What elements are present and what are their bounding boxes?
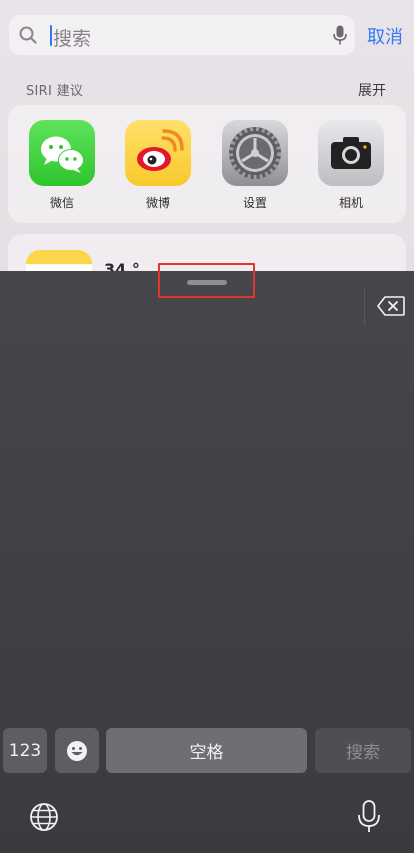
mic-icon[interactable] bbox=[333, 25, 347, 46]
siri-app-suggestions: 微信 微博 设置 相机 bbox=[8, 105, 406, 223]
text-caret bbox=[50, 25, 52, 46]
app-settings[interactable]: 设置 bbox=[220, 120, 290, 211]
app-label: 微信 bbox=[49, 196, 74, 210]
settings-icon bbox=[222, 120, 288, 186]
app-label: 相机 bbox=[338, 196, 363, 210]
wechat-icon bbox=[29, 120, 95, 186]
search-key[interactable]: 搜索 bbox=[315, 728, 411, 773]
search-input[interactable]: 搜索 bbox=[53, 24, 91, 51]
app-camera[interactable]: 相机 bbox=[316, 120, 386, 211]
dictation-mic-icon[interactable] bbox=[357, 800, 381, 834]
app-label: 设置 bbox=[242, 196, 267, 210]
cancel-button[interactable]: 取消 bbox=[367, 23, 403, 49]
space-key[interactable]: 空格 bbox=[106, 728, 307, 773]
siri-suggestions-heading: SIRI 建议 bbox=[26, 84, 84, 99]
weibo-icon bbox=[125, 120, 191, 186]
search-icon bbox=[19, 26, 37, 44]
globe-icon[interactable] bbox=[29, 802, 59, 832]
app-weibo[interactable]: 微博 bbox=[123, 120, 193, 211]
camera-icon bbox=[318, 120, 384, 186]
emoji-icon bbox=[67, 740, 87, 761]
delete-key[interactable] bbox=[364, 289, 414, 325]
app-wechat[interactable]: 微信 bbox=[27, 120, 97, 211]
app-label: 微博 bbox=[145, 196, 170, 210]
numbers-key[interactable]: 123 bbox=[3, 728, 47, 773]
delete-icon bbox=[377, 296, 405, 316]
annotation-highlight-box bbox=[158, 263, 255, 298]
emoji-key[interactable] bbox=[55, 728, 99, 773]
keyboard-panel: 123 空格 搜索 bbox=[0, 271, 414, 853]
expand-button[interactable]: 展开 bbox=[358, 80, 386, 100]
search-bar[interactable]: 搜索 bbox=[9, 15, 355, 55]
